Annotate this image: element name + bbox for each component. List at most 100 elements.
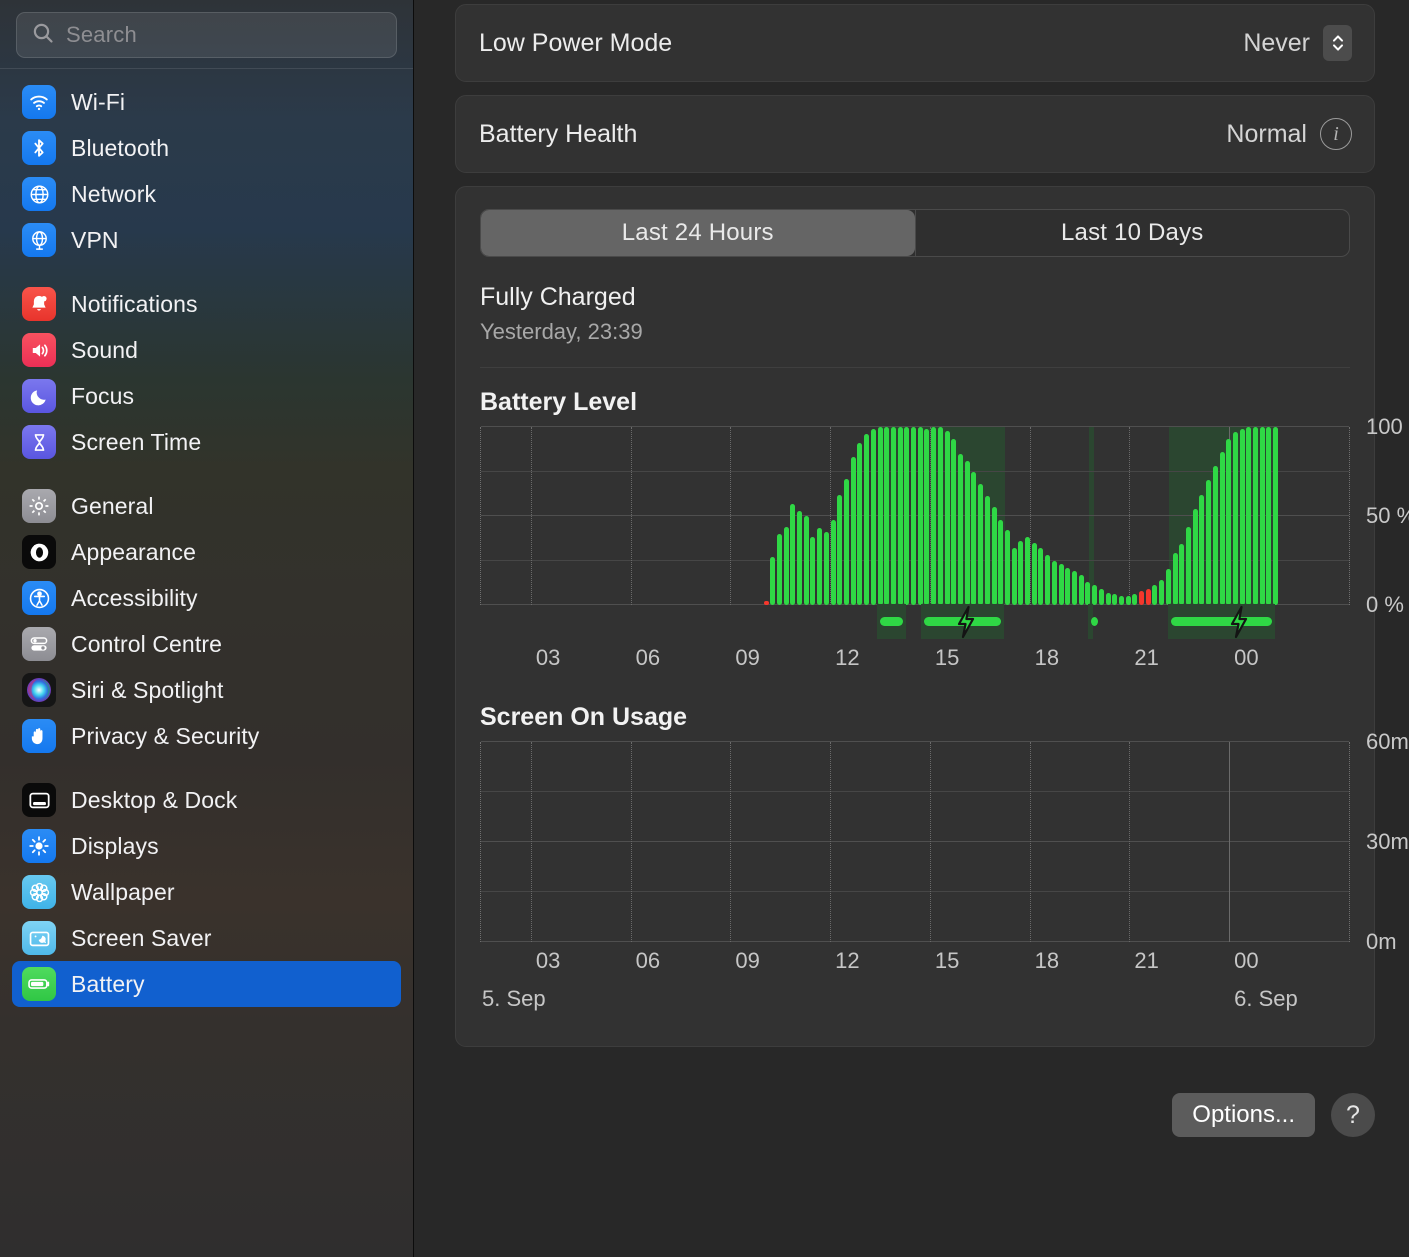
x-axis-label: 06 <box>636 645 660 671</box>
x-axis-label: 18 <box>1035 948 1059 974</box>
battery-level-bar <box>1253 427 1258 605</box>
sidebar-item-notifications[interactable]: Notifications <box>12 281 401 327</box>
options-button[interactable]: Options... <box>1172 1093 1315 1137</box>
battery-level-bar <box>904 427 909 605</box>
sidebar-item-general[interactable]: General <box>12 483 401 529</box>
vertical-gridline <box>1129 742 1130 942</box>
battery-health-label: Battery Health <box>479 120 637 149</box>
sidebar-item-vpn[interactable]: VPN <box>12 217 401 263</box>
sidebar-item-wallpaper[interactable]: Wallpaper <box>12 869 401 915</box>
hourglass-icon <box>22 425 56 459</box>
screen-on-pill <box>1171 617 1271 626</box>
bell-icon <box>22 287 56 321</box>
vertical-gridline <box>631 742 632 942</box>
battery-level-bar <box>884 427 889 605</box>
brightness-icon <box>22 829 56 863</box>
y-axis-label: 100 % <box>1366 414 1409 440</box>
sidebar-item-label: Screen Saver <box>71 925 212 952</box>
battery-level-bar <box>1199 495 1204 605</box>
sidebar-item-label: Appearance <box>71 539 196 566</box>
battery-level-bar <box>1226 439 1231 605</box>
y-axis-label: 0m <box>1366 929 1397 955</box>
sidebar-item-accessibility[interactable]: Accessibility <box>12 575 401 621</box>
battery-level-bar <box>1072 571 1077 605</box>
sidebar-item-displays[interactable]: Displays <box>12 823 401 869</box>
vertical-gridline <box>531 427 532 605</box>
help-button[interactable]: ? <box>1331 1093 1375 1137</box>
battery-level-bar <box>1240 429 1245 605</box>
battery-level-bar <box>1038 548 1043 605</box>
sidebar-item-sound[interactable]: Sound <box>12 327 401 373</box>
battery-level-bar <box>918 427 923 605</box>
x-axis-label: 03 <box>536 948 560 974</box>
system-settings-window: Search Wi-Fi <box>0 0 1409 1257</box>
sidebar-item-screen-saver[interactable]: Screen Saver <box>12 915 401 961</box>
battery-level-bar <box>1052 561 1057 606</box>
wifi-icon <box>22 85 56 119</box>
sidebar-item-network[interactable]: Network <box>12 171 401 217</box>
sidebar-item-screen-time[interactable]: Screen Time <box>12 419 401 465</box>
x-axis-label: 12 <box>835 948 859 974</box>
battery-level-bar <box>1065 568 1070 605</box>
battery-level-bar <box>1246 427 1251 605</box>
battery-level-bar <box>1166 569 1171 605</box>
time-range-segmented-control[interactable]: Last 24 Hours Last 10 Days <box>480 209 1350 257</box>
battery-level-bar <box>924 429 929 605</box>
info-icon[interactable]: i <box>1320 118 1352 150</box>
sidebar-item-siri-spotlight[interactable]: Siri & Spotlight <box>12 667 401 713</box>
battery-level-bar <box>1152 585 1157 605</box>
search-icon <box>31 21 55 50</box>
vertical-gridline <box>1030 742 1031 942</box>
sidebar-item-desktop-dock[interactable]: Desktop & Dock <box>12 777 401 823</box>
chevron-updown-icon[interactable] <box>1323 25 1352 61</box>
battery-level-bar <box>1025 537 1030 605</box>
battery-level-bar <box>804 516 809 605</box>
accessibility-icon <box>22 581 56 615</box>
sidebar-item-appearance[interactable]: Appearance <box>12 529 401 575</box>
battery-level-bar <box>992 507 997 605</box>
low-power-mode-control[interactable]: Never <box>1243 25 1352 61</box>
appearance-circle-icon <box>22 535 56 569</box>
screen-on-pill <box>880 617 902 626</box>
sidebar-item-bluetooth[interactable]: Bluetooth <box>12 125 401 171</box>
x-axis-label: 06 <box>636 948 660 974</box>
x-axis-label: 15 <box>935 645 959 671</box>
battery-health-row[interactable]: Battery Health Normal i <box>455 95 1375 173</box>
globe-icon <box>22 177 56 211</box>
battery-level-bar <box>998 520 1003 605</box>
battery-level-bar <box>1186 527 1191 605</box>
battery-level-bar <box>1233 432 1238 605</box>
vertical-gridline <box>1229 742 1230 942</box>
screen-usage-x-axis: 0306091215182100 <box>480 942 1350 986</box>
battery-level-title: Battery Level <box>480 388 1350 417</box>
sidebar-item-focus[interactable]: Focus <box>12 373 401 419</box>
battery-level-bar <box>878 427 883 605</box>
hand-icon <box>22 719 56 753</box>
battery-level-bar <box>1079 575 1084 605</box>
tab-last-24-hours[interactable]: Last 24 Hours <box>481 210 915 256</box>
sidebar-item-control-centre[interactable]: Control Centre <box>12 621 401 667</box>
y-axis-label: 60m <box>1366 729 1409 755</box>
battery-level-bar <box>1119 596 1124 605</box>
sidebar-item-battery[interactable]: Battery <box>12 961 401 1007</box>
screen-usage-plot-area <box>480 742 1350 942</box>
vertical-gridline <box>930 742 931 942</box>
battery-level-bar <box>1112 594 1117 605</box>
sidebar-item-privacy-security[interactable]: Privacy & Security <box>12 713 401 759</box>
search-input[interactable]: Search <box>16 12 397 58</box>
vertical-gridline <box>830 742 831 942</box>
vertical-gridline <box>631 427 632 605</box>
x-axis-label: 09 <box>735 948 759 974</box>
battery-level-bar <box>971 472 976 606</box>
bluetooth-icon <box>22 131 56 165</box>
battery-level-bar <box>931 427 936 605</box>
speaker-icon <box>22 333 56 367</box>
battery-level-bar <box>1273 427 1278 605</box>
sidebar-item-label: Desktop & Dock <box>71 787 237 814</box>
content-pane: Low Power Mode Never Battery Health Norm… <box>414 0 1409 1257</box>
tab-last-10-days[interactable]: Last 10 Days <box>916 210 1350 256</box>
battery-health-control[interactable]: Normal i <box>1226 118 1352 150</box>
battery-level-x-axis: 0306091215182100 <box>480 639 1350 683</box>
battery-level-bar <box>1260 427 1265 605</box>
sidebar-item-wi-fi[interactable]: Wi-Fi <box>12 79 401 125</box>
